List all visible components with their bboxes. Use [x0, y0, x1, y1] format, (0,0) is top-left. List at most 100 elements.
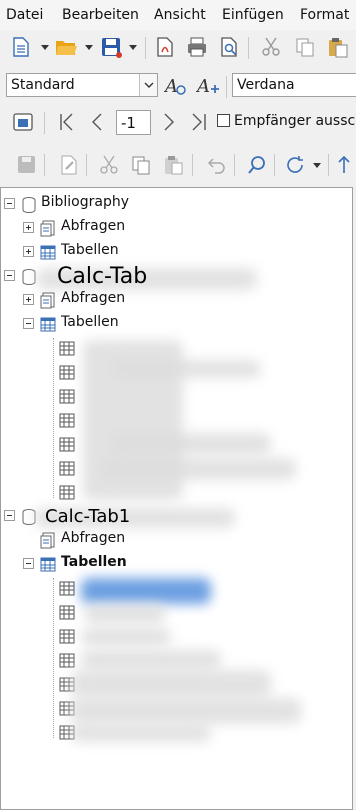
cut-icon[interactable] — [260, 36, 282, 58]
redacted-region — [71, 724, 211, 742]
collapse-toggle[interactable] — [23, 558, 34, 569]
tree-line — [53, 338, 54, 498]
svg-text:A: A — [164, 76, 178, 97]
edit-data-icon[interactable] — [58, 154, 80, 176]
tree-label: Bibliography — [41, 194, 129, 210]
table-icon — [59, 653, 75, 668]
tree-label: Calc-Tab1 — [45, 506, 131, 527]
redacted-region — [111, 433, 271, 455]
record-number-field[interactable]: -1 — [116, 110, 151, 135]
print-icon[interactable] — [186, 36, 208, 58]
table-icon — [59, 485, 75, 500]
redacted-region — [85, 604, 165, 624]
address-list-icon[interactable] — [12, 111, 34, 133]
new-document-icon[interactable] — [10, 36, 32, 58]
record-number-value: -1 — [121, 114, 136, 132]
menu-einfuegen[interactable]: Einfügen — [222, 7, 284, 23]
save-dropdown-icon[interactable] — [128, 41, 138, 51]
redacted-region — [81, 628, 171, 646]
tree-label: Tabellen — [61, 554, 127, 570]
previous-record-icon[interactable] — [86, 111, 108, 133]
paragraph-style-combo[interactable]: Standard — [6, 73, 158, 97]
first-record-icon[interactable] — [56, 111, 78, 133]
separator — [248, 37, 249, 59]
tree-label: Tabellen — [61, 314, 119, 330]
menu-format[interactable]: Format — [300, 7, 349, 23]
open-folder-icon[interactable] — [54, 36, 77, 58]
expand-toggle[interactable] — [23, 246, 34, 257]
new-style-icon[interactable]: A — [195, 75, 219, 97]
open-dropdown-icon[interactable] — [84, 41, 94, 51]
mailmerge-toolbar: -1 Empfänger ausschl — [0, 106, 356, 138]
table-icon — [40, 245, 56, 260]
tree-label: Abfragen — [61, 530, 126, 546]
tree-label: Abfragen — [61, 218, 126, 234]
menu-bearbeiten[interactable]: Bearbeiten — [62, 7, 139, 23]
sort-ascending-icon[interactable] — [336, 154, 356, 176]
collapse-toggle[interactable] — [23, 318, 34, 329]
tree-line — [53, 578, 54, 738]
separator — [86, 154, 87, 176]
queries-icon — [40, 292, 55, 309]
expand-toggle[interactable] — [23, 222, 34, 233]
save-record-icon[interactable] — [16, 154, 38, 176]
update-style-icon[interactable]: A — [163, 75, 186, 97]
table-icon — [59, 341, 75, 356]
redacted-region — [71, 670, 271, 698]
expand-toggle[interactable] — [23, 294, 34, 305]
table-icon — [59, 365, 75, 380]
save-icon[interactable] — [100, 36, 122, 58]
queries-icon — [40, 220, 55, 237]
selected-item-highlight — [81, 578, 211, 604]
last-record-icon[interactable] — [188, 111, 210, 133]
redacted-region — [101, 458, 296, 480]
paste-icon[interactable] — [326, 36, 348, 58]
collapse-toggle[interactable] — [4, 510, 15, 521]
collapse-toggle[interactable] — [4, 270, 15, 281]
table-icon — [40, 317, 56, 332]
table-icon — [40, 557, 56, 572]
tree-label: Abfragen — [61, 290, 126, 306]
tree-label: Tabellen — [61, 242, 119, 258]
menu-bar: Datei Bearbeiten Ansicht Einfügen Format — [0, 0, 356, 30]
redacted-region — [71, 698, 301, 724]
table-icon — [59, 413, 75, 428]
new-dropdown-icon[interactable] — [40, 41, 50, 51]
datasource-toolbar — [0, 148, 356, 180]
refresh-icon[interactable] — [284, 154, 306, 176]
redacted-region — [111, 360, 261, 378]
paste-icon[interactable] — [162, 154, 184, 176]
separator — [145, 37, 146, 59]
separator — [274, 154, 275, 176]
separator — [234, 154, 235, 176]
table-icon — [59, 629, 75, 644]
queries-icon — [40, 532, 55, 549]
datasource-tree[interactable]: Bibliography Abfragen Tabellen Calc-Tab … — [0, 187, 353, 810]
database-icon — [22, 197, 36, 214]
export-pdf-icon[interactable] — [154, 36, 176, 58]
separator — [328, 154, 329, 176]
copy-icon[interactable] — [294, 36, 316, 58]
menu-datei[interactable]: Datei — [6, 7, 43, 23]
table-icon — [59, 461, 75, 476]
menu-ansicht[interactable]: Ansicht — [154, 7, 206, 23]
copy-icon[interactable] — [130, 154, 152, 176]
search-icon[interactable] — [246, 154, 268, 176]
undo-icon[interactable] — [204, 154, 226, 176]
refresh-dropdown-icon[interactable] — [312, 159, 322, 169]
print-preview-icon[interactable] — [218, 36, 240, 58]
font-name-combo[interactable]: Verdana — [232, 73, 356, 97]
table-icon — [59, 581, 75, 596]
table-icon — [59, 389, 75, 404]
redacted-region — [81, 650, 221, 670]
exclude-recipient-label: Empfänger ausschl — [234, 113, 356, 129]
table-icon — [59, 437, 75, 452]
chevron-down-icon[interactable] — [139, 74, 157, 96]
cut-icon[interactable] — [98, 154, 120, 176]
exclude-recipient-checkbox[interactable] — [217, 114, 230, 127]
separator — [192, 154, 193, 176]
paragraph-style-value: Standard — [11, 77, 75, 93]
next-record-icon[interactable] — [158, 111, 180, 133]
tree-label: Calc-Tab — [57, 264, 148, 289]
collapse-toggle[interactable] — [4, 198, 15, 209]
